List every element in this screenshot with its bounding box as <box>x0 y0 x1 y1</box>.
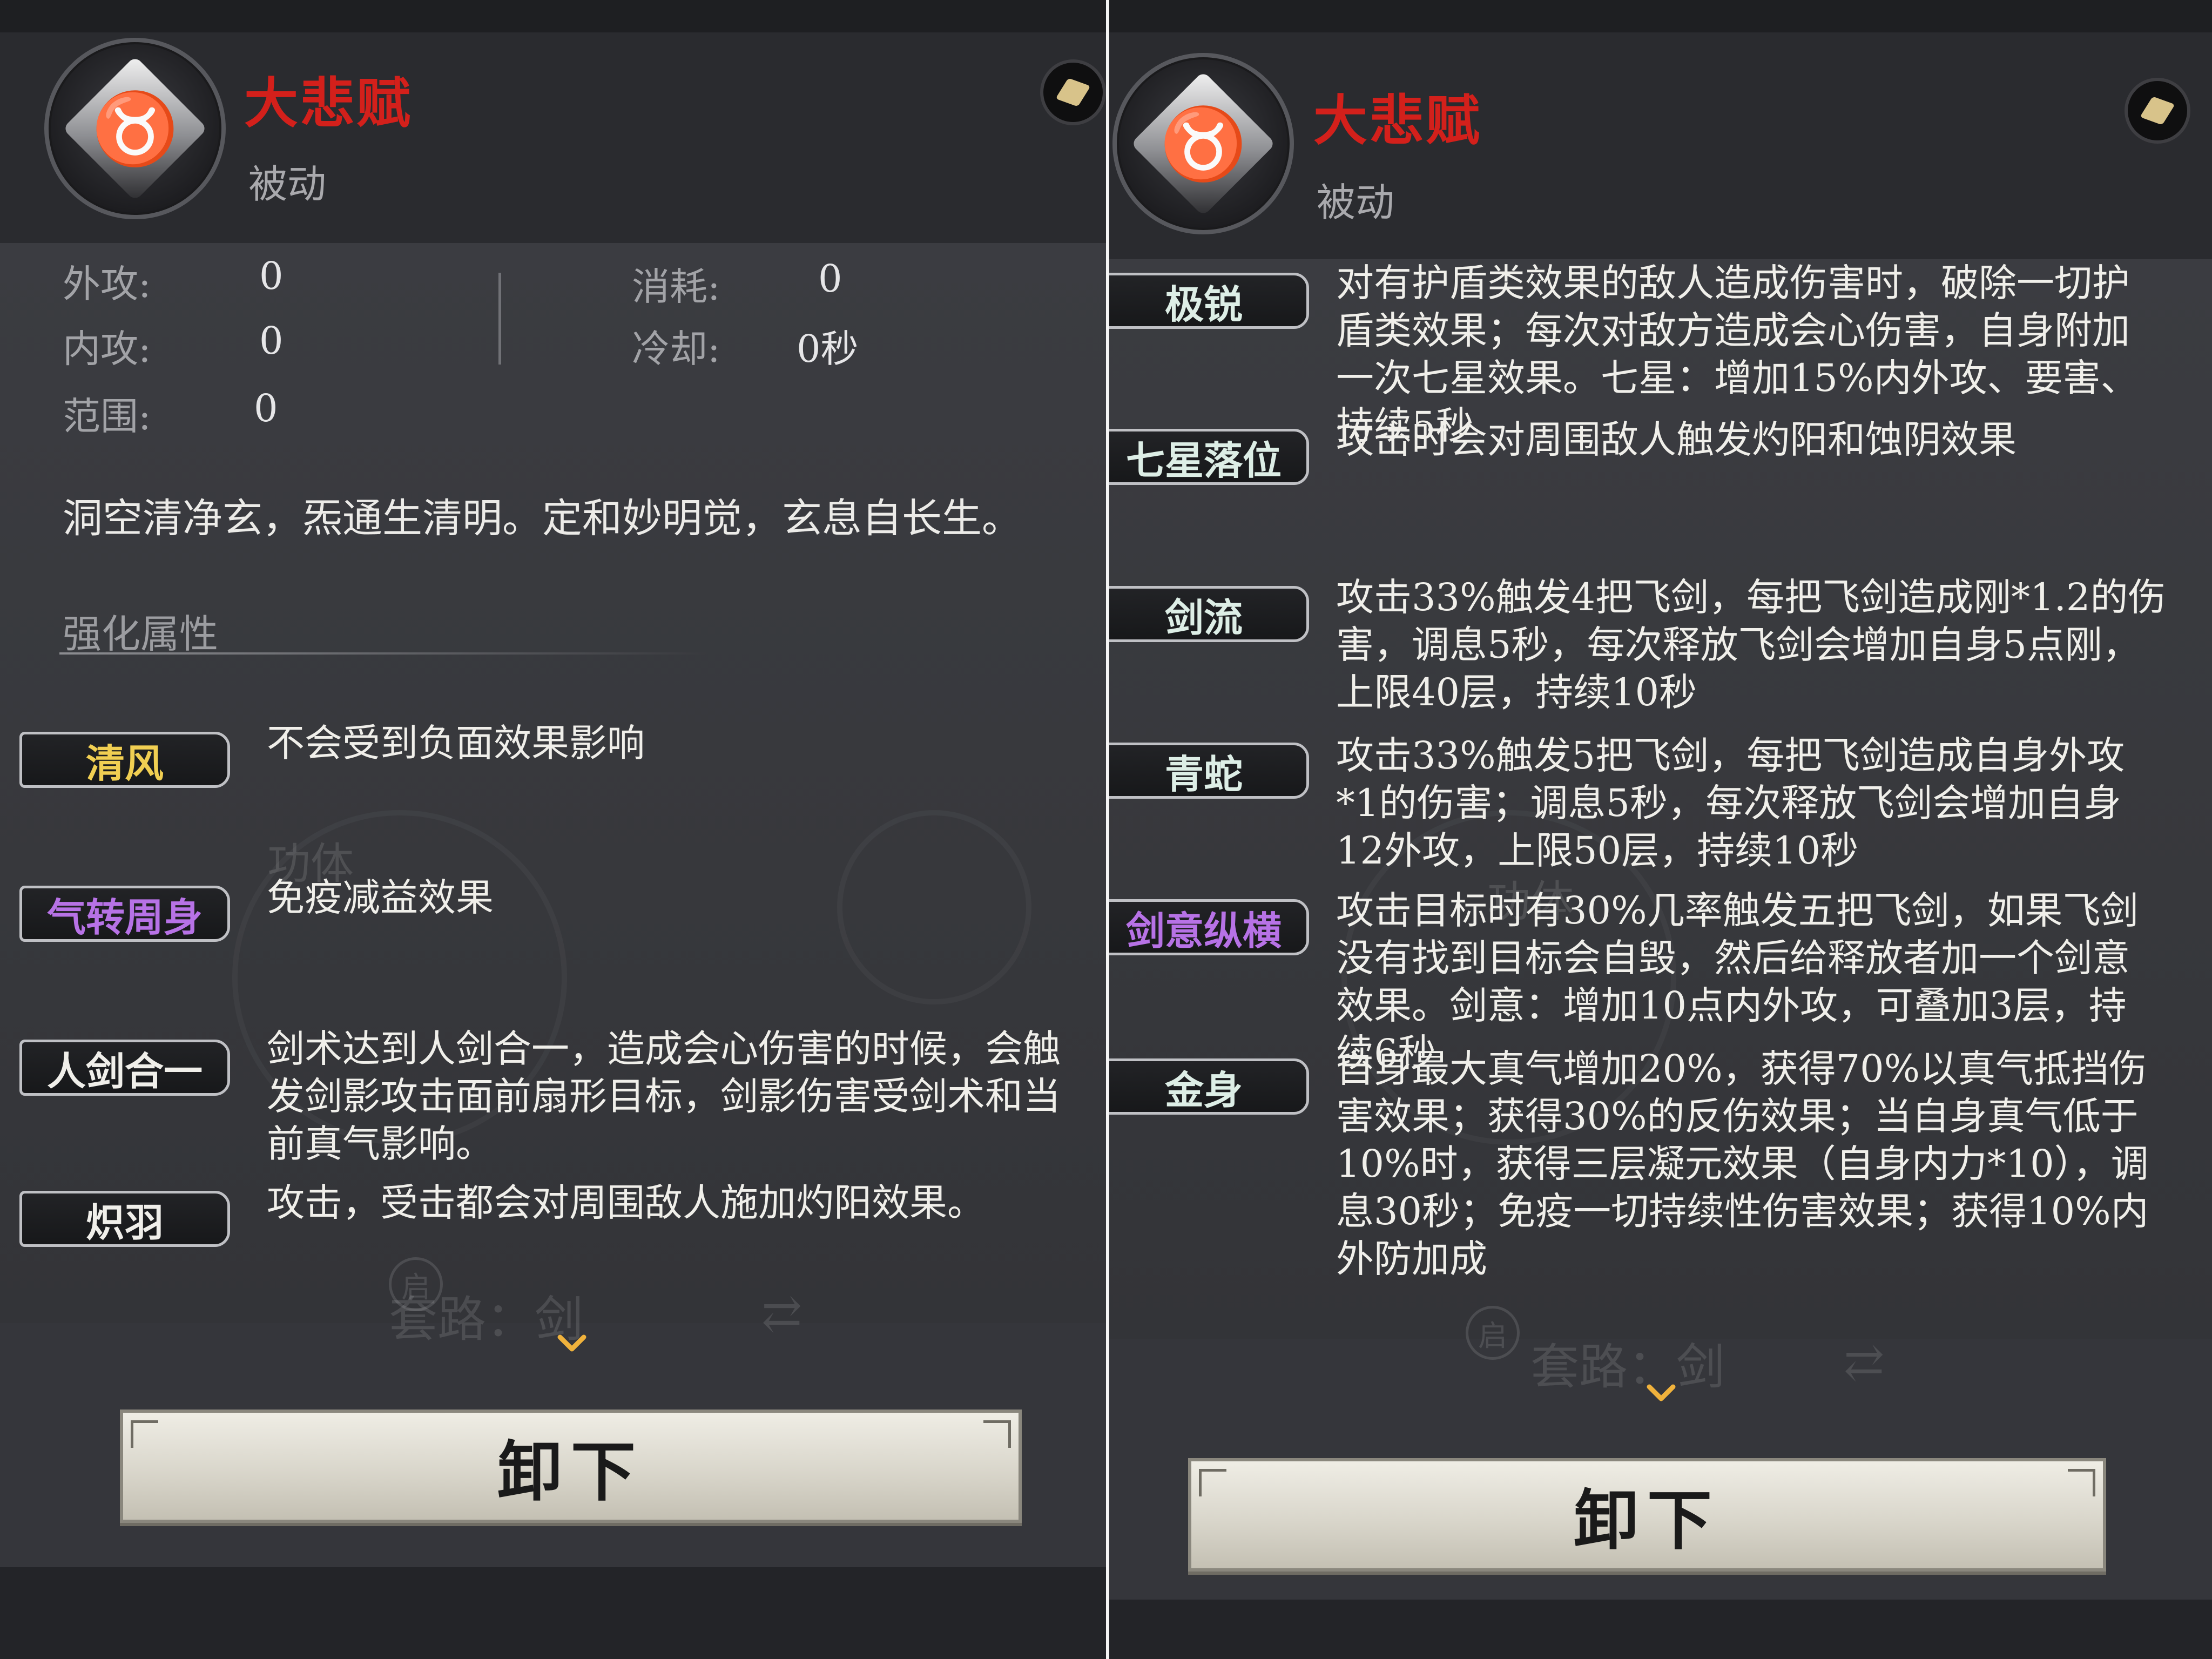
faint-gongti-label: 功体 <box>267 839 354 889</box>
bull-head-icon: ♉ <box>91 87 179 170</box>
swap-arrows-icon: ⇄ <box>1844 1334 1885 1391</box>
swap-arrows-icon: ⇄ <box>761 1285 802 1342</box>
bull-head-icon: ♉ <box>1159 102 1247 185</box>
stat-outer-attack-label: 外攻: <box>63 262 151 306</box>
skill-type: 被动 <box>248 161 327 207</box>
stat-inner-attack-value: 0 <box>259 319 284 363</box>
attribute-desc: 攻击时会对周围敌人触发灼阳和蚀阴效果 <box>1336 417 2017 462</box>
chevron-down-icon[interactable] <box>557 1328 587 1359</box>
left-skill-panel: ♉ 大悲赋 被动 外攻: 0 内攻: 0 范围: 0 消耗: 0 冷却: 0秒 … <box>0 0 1106 1659</box>
section-underline <box>59 652 707 655</box>
stats-divider <box>498 273 501 365</box>
stat-cost-value: 0 <box>818 257 842 301</box>
chevron-down-icon[interactable] <box>1646 1378 1676 1408</box>
attribute-desc: 攻击33%触发5把飞剑，每把飞剑造成自身外攻 *1的伤害；调息5秒，每次释放飞剑… <box>1336 733 2125 873</box>
attribute-tag[interactable]: 气转周身 <box>19 886 230 942</box>
stat-outer-attack-value: 0 <box>259 254 284 298</box>
faint-gongti-label: 功体 <box>1487 876 1574 927</box>
attribute-desc: 自身最大真气增加20%，获得70%以真气抵挡伤 害效果；获得30%的反伤效果；当… <box>1336 1047 2149 1281</box>
attribute-tag[interactable]: 青蛇 <box>1109 743 1309 799</box>
unload-button[interactable]: 卸下 <box>120 1410 1022 1523</box>
attribute-desc: 不会受到负面效果影响 <box>267 721 645 765</box>
attribute-tag[interactable]: 清风 <box>19 732 230 788</box>
attribute-desc: 攻击，受击都会对周围敌人施加灼阳效果。 <box>267 1181 985 1225</box>
faint-route-label: 套路：剑 <box>1530 1339 1725 1395</box>
top-strip <box>0 0 1106 32</box>
skill-avatar: ♉ <box>44 38 226 219</box>
unload-button[interactable]: 卸下 <box>1188 1458 2106 1572</box>
attribute-tag[interactable]: 剑流 <box>1109 586 1309 642</box>
attribute-desc: 攻击33%触发4把飞剑，每把飞剑造成刚*1.2的伤 害，调息5秒，每次释放飞剑会… <box>1336 575 2166 714</box>
stat-range-label: 范围: <box>63 394 151 439</box>
currency-coin-icon[interactable] <box>1040 59 1106 125</box>
attribute-tag[interactable]: 金身 <box>1109 1058 1309 1115</box>
faint-route-badge: 启 <box>1466 1306 1520 1360</box>
right-skill-panel: ♉ 大悲赋 被动 极锐 对有护盾类效果的敌人造成伤害时，破除一切护 盾类效果；每… <box>1109 0 2212 1659</box>
stat-cost-label: 消耗: <box>632 265 720 309</box>
skill-type: 被动 <box>1317 180 1395 225</box>
attribute-tag[interactable]: 极锐 <box>1109 273 1309 329</box>
section-enhance-label: 强化属性 <box>63 611 219 657</box>
attribute-desc: 剑术达到人剑合一，造成会心伤害的时候，会触 发剑影攻击面前扇形目标，剑影伤害受剑… <box>267 1027 1061 1166</box>
stat-cooldown-value: 0秒 <box>797 327 859 371</box>
bottom-bar <box>0 1567 1106 1659</box>
stat-cooldown-label: 冷却: <box>632 327 720 371</box>
stat-inner-attack-label: 内攻: <box>63 327 151 371</box>
skill-name: 大悲赋 <box>1313 89 1482 152</box>
stat-range-value: 0 <box>254 386 278 430</box>
currency-coin-icon[interactable] <box>2125 78 2190 144</box>
attribute-tag[interactable]: 炽羽 <box>19 1191 230 1247</box>
top-strip <box>1109 0 2212 32</box>
skill-quote: 洞空清净玄，炁通生清明。定和妙明觉，玄息自长生。 <box>63 495 1022 542</box>
skill-name: 大悲赋 <box>244 71 413 135</box>
skill-avatar: ♉ <box>1112 53 1294 234</box>
attribute-tag[interactable]: 人剑合一 <box>19 1040 230 1096</box>
faint-route-badge: 启 <box>389 1257 443 1311</box>
attribute-desc: 免疫减益效果 <box>267 875 494 920</box>
attribute-tag[interactable]: 剑意纵横 <box>1109 899 1309 955</box>
bottom-bar <box>1109 1600 2212 1659</box>
attribute-tag[interactable]: 七星落位 <box>1109 429 1309 485</box>
